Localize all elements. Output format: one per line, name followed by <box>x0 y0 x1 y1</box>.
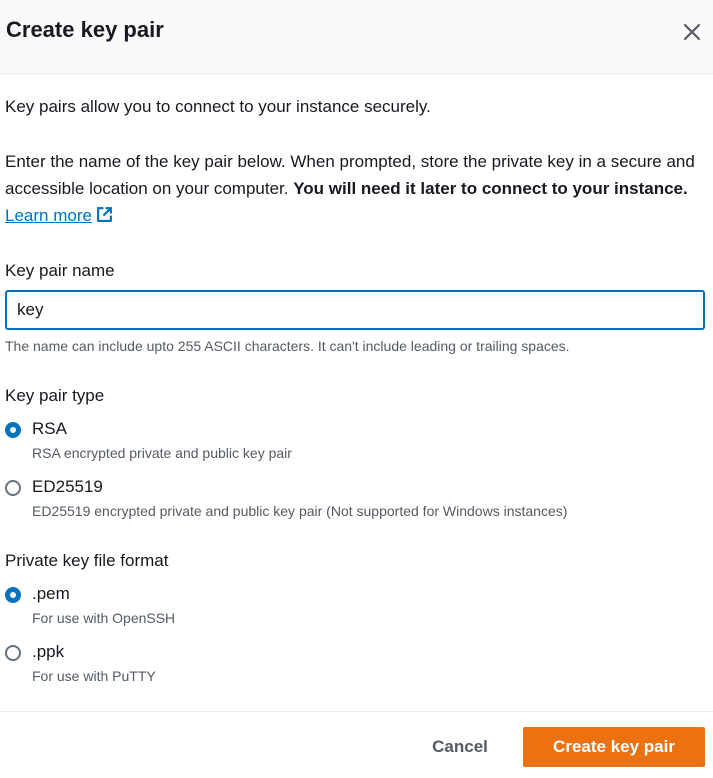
radio-label-ppk: .ppk <box>32 642 65 661</box>
learn-more-link[interactable]: Learn more <box>5 206 92 225</box>
key-pair-name-input[interactable] <box>5 290 705 330</box>
radio-description-ppk: For use with PuTTY <box>32 668 156 684</box>
footer-divider <box>0 711 713 712</box>
key-pair-type-label: Key pair type <box>5 386 105 405</box>
instructions-bold: You will need it later to connect to you… <box>293 179 688 198</box>
radio-label-pem: .pem <box>32 584 70 603</box>
key-pair-name-hint: The name can include upto 255 ASCII char… <box>5 338 570 354</box>
close-icon[interactable] <box>680 20 704 44</box>
radio-label-rsa: RSA <box>32 419 67 438</box>
private-key-format-label: Private key file format <box>5 551 169 570</box>
radio-description-pem: For use with OpenSSH <box>32 610 176 626</box>
intro-text: Key pairs allow you to connect to your i… <box>5 97 431 116</box>
key-pair-name-label: Key pair name <box>5 261 115 280</box>
radio-description-rsa: RSA encrypted private and public key pai… <box>32 445 292 461</box>
instructions-text: Enter the name of the key pair below. Wh… <box>5 148 705 231</box>
radio-button-pem[interactable] <box>5 587 21 603</box>
radio-button-rsa[interactable] <box>5 422 21 438</box>
create-key-pair-button[interactable]: Create key pair <box>523 727 705 767</box>
radio-description-ed25519: ED25519 encrypted private and public key… <box>32 503 568 519</box>
external-link-icon[interactable] <box>96 204 113 231</box>
radio-button-ppk[interactable] <box>5 645 21 661</box>
cancel-button[interactable]: Cancel <box>418 728 502 766</box>
radio-label-ed25519: ED25519 <box>32 477 103 496</box>
dialog-header: Create key pair <box>0 0 713 74</box>
radio-button-ed25519[interactable] <box>5 480 21 496</box>
dialog-title: Create key pair <box>6 17 164 42</box>
